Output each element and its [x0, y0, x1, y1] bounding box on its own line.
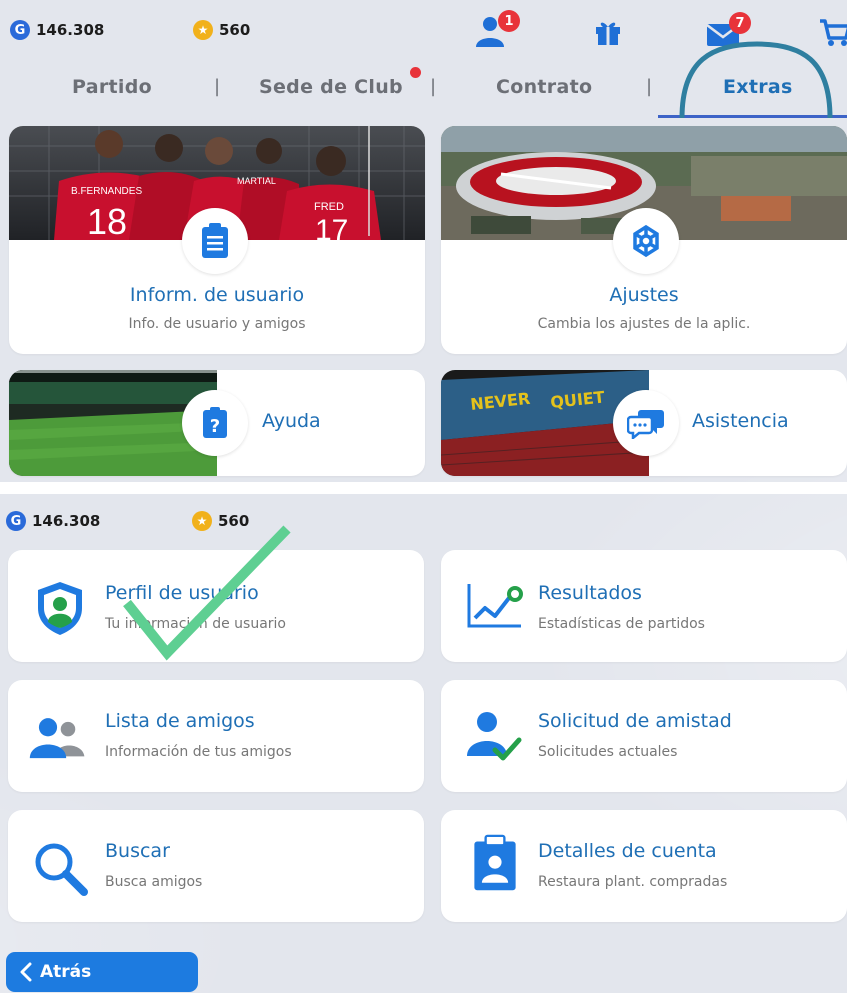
- settings-card[interactable]: Ajustes Cambia los ajustes de la aplic.: [441, 126, 847, 354]
- chevron-left-icon: [20, 962, 32, 982]
- account-details-icon: [474, 834, 516, 891]
- back-button[interactable]: Atrás: [6, 952, 198, 992]
- friend-request-card[interactable]: Solicitud de amistad Solicitudes actuale…: [441, 680, 847, 792]
- search-title: Buscar: [105, 840, 170, 862]
- gp-coin-icon: G: [6, 511, 26, 531]
- friend-request-subtitle: Solicitudes actuales: [538, 744, 678, 760]
- jersey-number-1: 18: [87, 201, 127, 240]
- jersey-name-3: FRED: [314, 201, 344, 213]
- user-info-card[interactable]: B.FERNANDES 18 MARTIAL FRED 17 Inform. d…: [9, 126, 425, 354]
- results-subtitle: Estadísticas de partidos: [538, 616, 705, 632]
- friends-list-card[interactable]: Lista de amigos Información de tus amigo…: [8, 680, 424, 792]
- settings-subtitle: Cambia los ajustes de la aplic.: [537, 316, 751, 332]
- gift-icon: [596, 22, 620, 45]
- screenshot-divider: [0, 482, 847, 494]
- account-details-card[interactable]: Detalles de cuenta Restaura plant. compr…: [441, 810, 847, 922]
- friends-list-title: Lista de amigos: [105, 710, 255, 732]
- assistance-card[interactable]: NEVER QUIET Asistencia: [441, 370, 847, 476]
- gp-amount: 146.308: [36, 21, 105, 39]
- friends-button[interactable]: 1: [472, 8, 522, 48]
- user-info-subtitle: Info. de usuario y amigos: [128, 316, 306, 332]
- shield-user-icon: [38, 582, 82, 635]
- search-card[interactable]: Buscar Busca amigos: [8, 810, 424, 922]
- gift-button[interactable]: [594, 18, 624, 48]
- star-coin-icon: ★: [193, 20, 213, 40]
- help-title: Ayuda: [262, 410, 321, 432]
- settings-title: Ajustes: [609, 284, 679, 306]
- notification-dot: [410, 67, 421, 78]
- friend-request-icon: [467, 712, 522, 761]
- svg-text:?: ?: [210, 416, 220, 437]
- checkmark-annotation: [123, 525, 291, 661]
- friends-icon: [29, 718, 85, 759]
- gp-amount-2: 146.308: [32, 512, 101, 530]
- gp-coin-icon: G: [10, 20, 30, 40]
- friends-list-subtitle: Información de tus amigos: [105, 744, 292, 760]
- tab-contrato[interactable]: Contrato: [496, 76, 592, 98]
- gear-icon: [613, 208, 679, 274]
- search-subtitle: Busca amigos: [105, 874, 203, 890]
- highlight-arch-annotation: [679, 41, 833, 119]
- coin-amount: 560: [219, 21, 251, 39]
- help-card[interactable]: ? Ayuda: [9, 370, 425, 476]
- chat-bubbles-icon: [613, 390, 679, 456]
- jersey-name-2: MARTIAL: [237, 176, 276, 186]
- tab-separator: |: [214, 76, 221, 97]
- help-question-icon: ?: [182, 390, 248, 456]
- friends-badge: 1: [498, 10, 520, 32]
- assistance-title: Asistencia: [692, 410, 789, 432]
- account-details-subtitle: Restaura plant. compradas: [538, 874, 728, 890]
- gp-balance: G 146.308: [10, 20, 104, 40]
- tab-separator: |: [430, 76, 437, 97]
- search-icon: [35, 843, 88, 896]
- tab-separator: |: [646, 76, 653, 97]
- tab-partido[interactable]: Partido: [72, 76, 152, 98]
- jersey-number-3: 17: [315, 214, 348, 240]
- results-title: Resultados: [538, 582, 642, 604]
- friend-request-title: Solicitud de amistad: [538, 710, 732, 732]
- clipboard-icon: [182, 208, 248, 274]
- account-details-title: Detalles de cuenta: [538, 840, 717, 862]
- back-label: Atrás: [40, 962, 92, 982]
- gp-balance-2: G 146.308: [6, 511, 100, 531]
- chart-icon: [467, 584, 523, 628]
- user-info-title: Inform. de usuario: [129, 284, 305, 306]
- tab-sede-de-club[interactable]: Sede de Club: [259, 76, 403, 98]
- jersey-name-1: B.FERNANDES: [71, 186, 142, 197]
- results-card[interactable]: Resultados Estadísticas de partidos: [441, 550, 847, 662]
- coin-balance: ★ 560: [193, 20, 250, 40]
